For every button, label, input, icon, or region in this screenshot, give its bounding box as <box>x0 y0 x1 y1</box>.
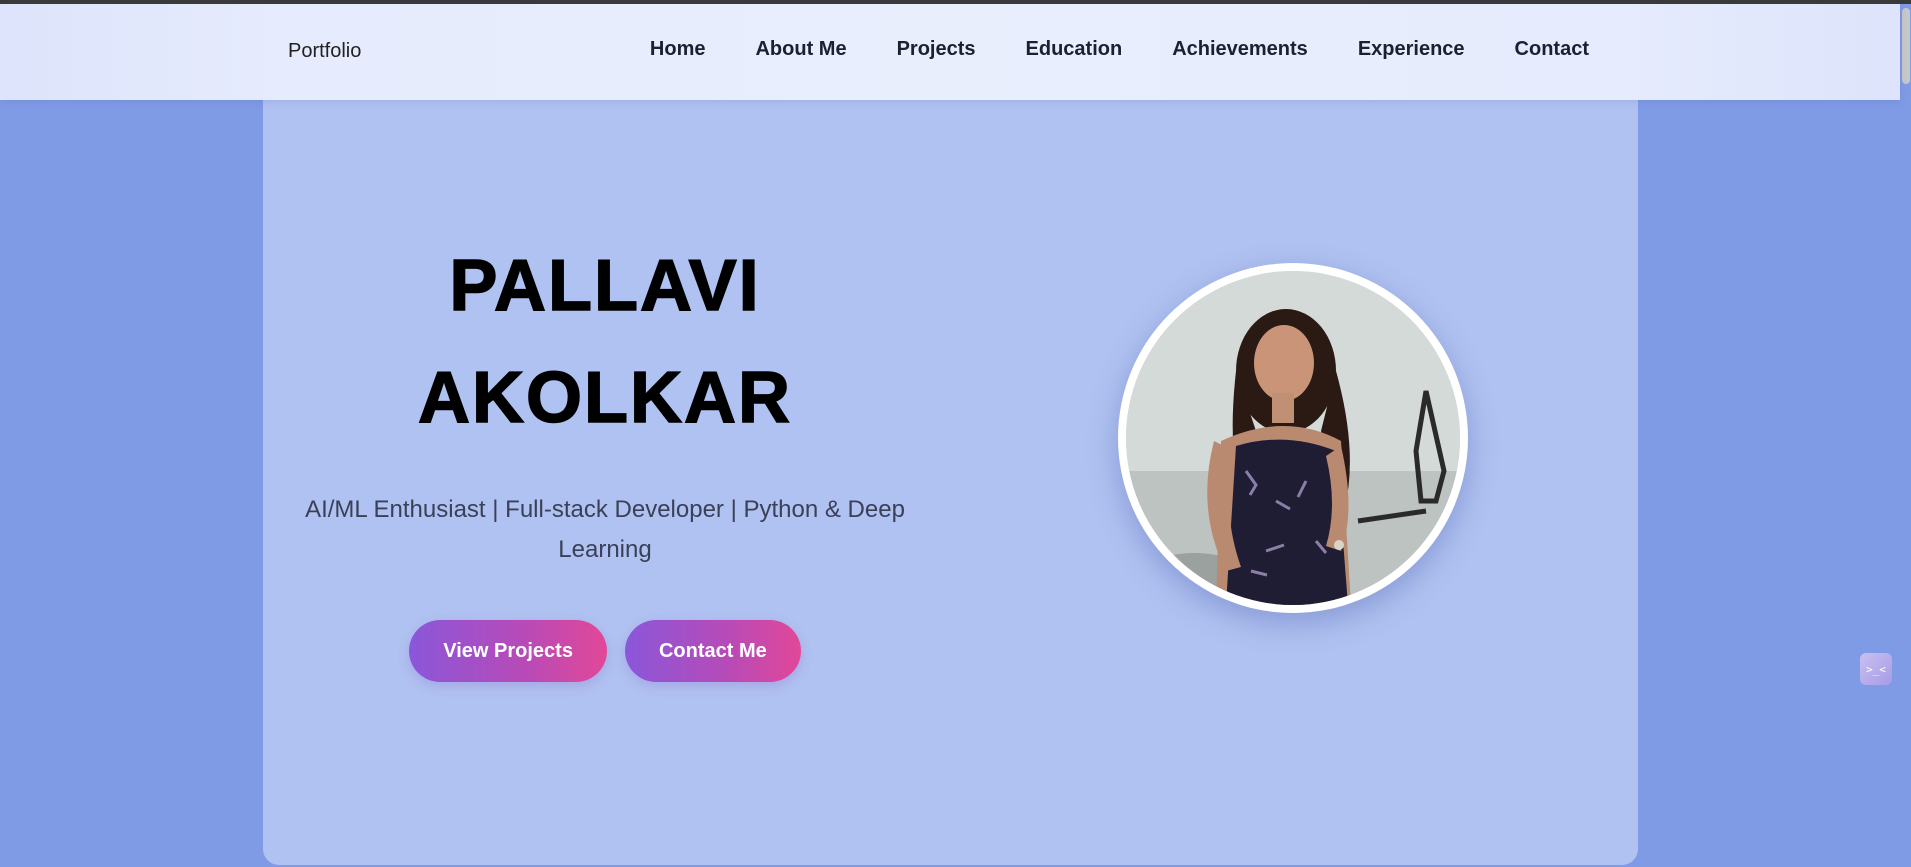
hero-last-name: AKOLKAR <box>417 357 792 439</box>
nav-link-about[interactable]: About Me <box>755 38 846 61</box>
hero-tagline: AI/ML Enthusiast | Full-stack Developer … <box>305 496 905 563</box>
contact-me-button[interactable]: Contact Me <box>624 620 801 682</box>
hero-buttons: View Projects Contact Me <box>280 620 930 682</box>
hero-first-name: PALLAVI <box>449 245 761 327</box>
scrollbar-track[interactable] <box>1900 4 1911 867</box>
chat-widget-button[interactable]: >_< <box>1860 653 1892 685</box>
nav-link-achievements[interactable]: Achievements <box>1172 38 1308 61</box>
nav-link-education[interactable]: Education <box>1026 38 1123 61</box>
nav-link-home[interactable]: Home <box>650 38 706 61</box>
profile-photo <box>1118 263 1468 613</box>
profile-photo-image <box>1126 271 1460 605</box>
chat-face-icon: >_< <box>1866 662 1886 676</box>
nav-link-projects[interactable]: Projects <box>897 38 976 61</box>
brand-logo[interactable]: Portfolio <box>288 40 361 63</box>
nav-link-experience[interactable]: Experience <box>1358 38 1465 61</box>
navbar: Portfolio Home About Me Projects Educati… <box>0 4 1900 100</box>
nav-links: Home About Me Projects Education Achieve… <box>650 38 1589 61</box>
hero-intro: PALLAVI AKOLKAR AI/ML Enthusiast | Full-… <box>280 230 930 682</box>
nav-link-contact[interactable]: Contact <box>1515 38 1589 61</box>
profile-photo-illustration <box>1126 271 1460 605</box>
scrollbar-thumb[interactable] <box>1902 8 1910 84</box>
view-projects-button[interactable]: View Projects <box>409 620 607 682</box>
